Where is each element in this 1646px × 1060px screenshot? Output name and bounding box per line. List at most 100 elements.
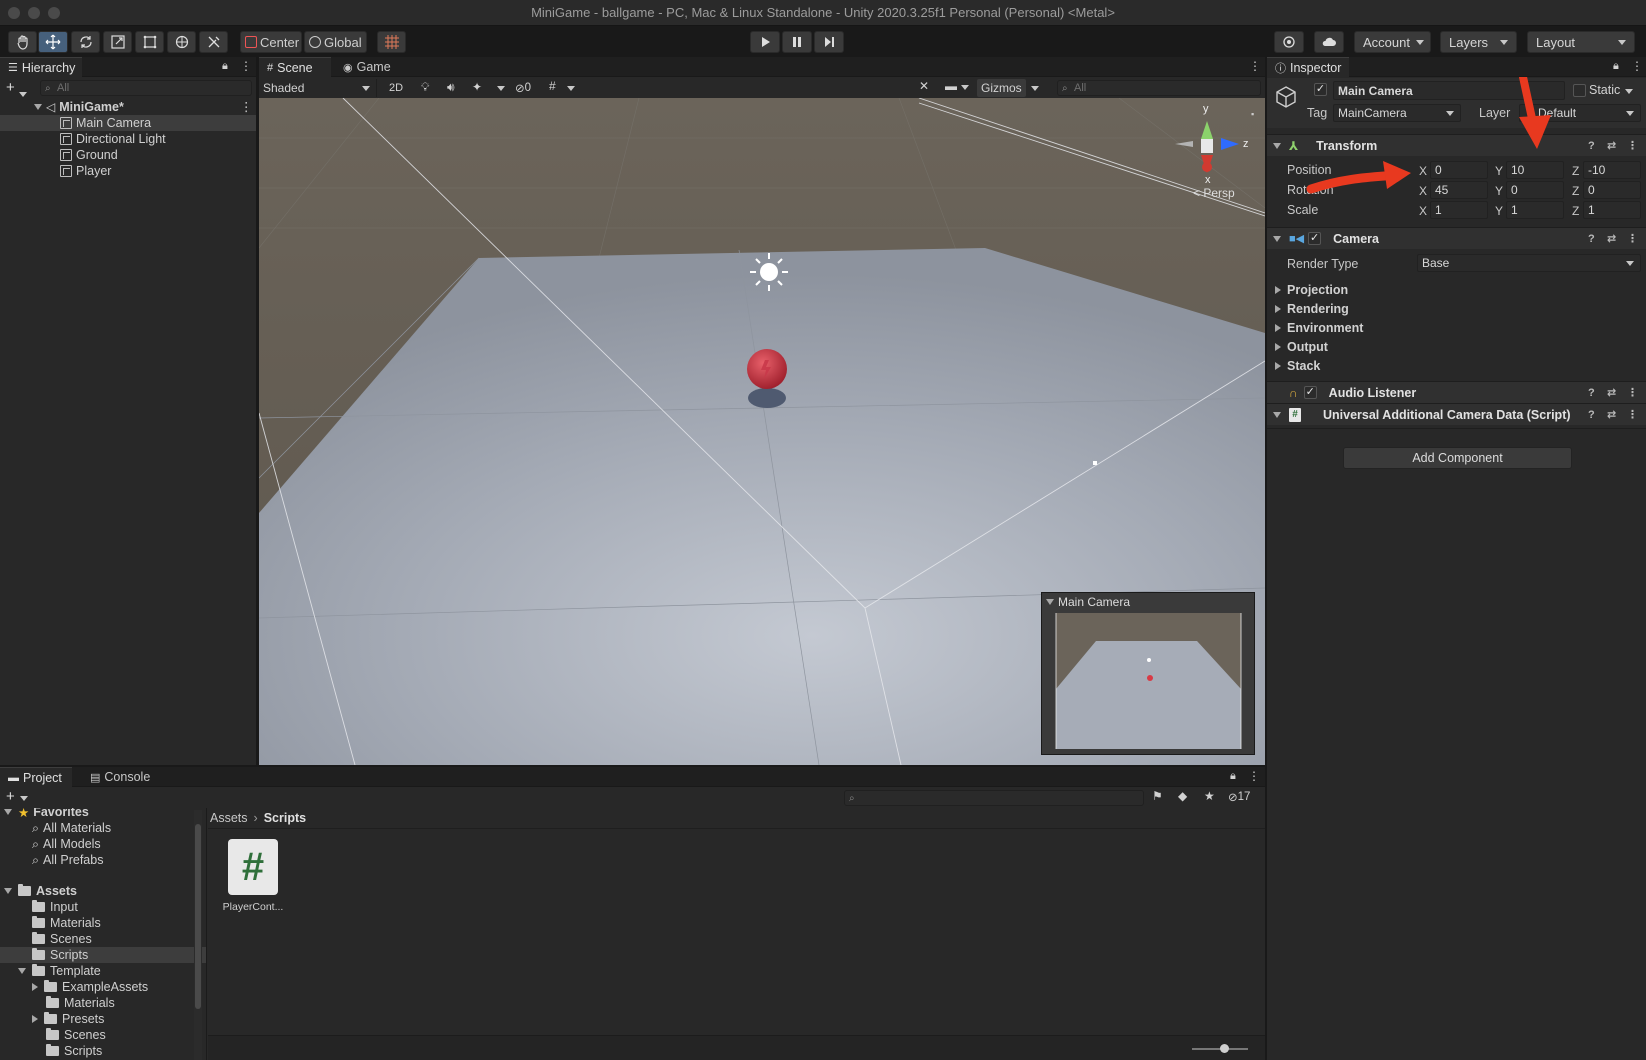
camera-enabled-checkbox[interactable]: ✓ xyxy=(1308,232,1322,245)
lighting-toggle-icon[interactable]: 💡︎ xyxy=(421,80,429,95)
chevron-down-icon[interactable] xyxy=(567,80,575,94)
tab-project[interactable]: ▬ Project xyxy=(0,767,72,787)
audio-listener-component-header[interactable]: ∩ ✓ Audio Listener ? ⇄ ⋮ xyxy=(1267,381,1646,403)
pivot-space-toggle[interactable]: Global xyxy=(304,31,367,53)
folder-template-materials[interactable]: Materials xyxy=(0,995,206,1011)
section-projection[interactable]: Projection xyxy=(1275,281,1348,299)
lock-icon[interactable]: ▪ xyxy=(1251,109,1254,119)
camera-component-header[interactable]: ■◀ ✓ Camera ? ⇄ ⋮ xyxy=(1267,227,1646,249)
account-dropdown[interactable]: Account xyxy=(1354,31,1431,53)
tab-game[interactable]: ◉ Game xyxy=(335,57,401,77)
folder-template-scripts[interactable]: Scripts xyxy=(0,1043,206,1059)
rect-tool-button[interactable] xyxy=(135,31,164,53)
favorite-all-prefabs[interactable]: ⌕ All Prefabs xyxy=(0,852,206,868)
audio-listener-enabled-checkbox[interactable]: ✓ xyxy=(1303,386,1317,399)
layers-dropdown[interactable]: Layers xyxy=(1440,31,1517,53)
chevron-down-icon[interactable] xyxy=(20,790,28,804)
lock-icon[interactable]: 🔒︎ xyxy=(1230,770,1236,783)
scene-root-row[interactable]: ◁ MiniGame* ⋮ xyxy=(0,99,256,115)
breadcrumb-scripts[interactable]: Scripts xyxy=(264,811,306,825)
kebab-menu-icon[interactable]: ⋮ xyxy=(1627,408,1638,421)
hierarchy-search-input[interactable]: ⌕ All xyxy=(40,80,252,96)
layout-dropdown[interactable]: Layout xyxy=(1527,31,1635,53)
section-environment[interactable]: Environment xyxy=(1275,319,1363,337)
help-icon[interactable]: ? xyxy=(1588,387,1595,399)
label-tag-icon[interactable]: ◆ xyxy=(1178,789,1187,803)
tab-hierarchy[interactable]: ☰ Hierarchy xyxy=(0,57,82,77)
transform-tool-button[interactable] xyxy=(167,31,196,53)
lock-icon[interactable]: 🔒︎ xyxy=(222,60,228,73)
folder-example-assets[interactable]: ExampleAssets xyxy=(0,979,206,995)
folder-template[interactable]: Template xyxy=(0,963,206,979)
favorite-all-models[interactable]: ⌕ All Models xyxy=(0,836,206,852)
kebab-menu-icon[interactable]: ⋮ xyxy=(1631,59,1643,73)
scene-search-input[interactable]: ⌕ All xyxy=(1057,80,1261,96)
breadcrumb-assets[interactable]: Assets xyxy=(210,811,248,825)
gizmos-dropdown[interactable]: Gizmos xyxy=(977,79,1026,97)
step-button[interactable] xyxy=(814,31,844,53)
tab-inspector[interactable]: ⓘ Inspector xyxy=(1267,57,1349,77)
kebab-menu-icon[interactable]: ⋮ xyxy=(1627,232,1638,245)
tools-icon[interactable]: ✕ xyxy=(919,79,929,93)
mode-2d-toggle[interactable]: 2D xyxy=(385,79,407,97)
perspective-toggle[interactable]: < Persp xyxy=(1193,186,1235,200)
favorites-row[interactable]: ★ Favorites xyxy=(0,808,206,820)
rotate-tool-button[interactable] xyxy=(71,31,100,53)
tab-scene[interactable]: # Scene xyxy=(259,57,331,77)
camera-preview-header[interactable]: Main Camera xyxy=(1042,593,1254,611)
grid-snapping-button[interactable] xyxy=(377,31,406,53)
folder-scenes[interactable]: Scenes xyxy=(0,931,206,947)
scrollbar-thumb[interactable] xyxy=(195,824,201,1009)
hierarchy-item-directional-light[interactable]: Directional Light xyxy=(0,131,256,147)
asset-file-tile[interactable]: # PlayerCont... xyxy=(218,839,286,919)
section-rendering[interactable]: Rendering xyxy=(1275,300,1349,318)
folder-materials[interactable]: Materials xyxy=(0,915,206,931)
icon-size-slider-handle[interactable] xyxy=(1220,1044,1229,1053)
section-output[interactable]: Output xyxy=(1275,338,1328,356)
folder-template-scenes[interactable]: Scenes xyxy=(0,1027,206,1043)
scale-tool-button[interactable] xyxy=(103,31,132,53)
chevron-down-icon[interactable] xyxy=(1031,80,1039,94)
star-icon[interactable]: ★ xyxy=(1204,789,1215,803)
folder-input[interactable]: Input xyxy=(0,899,206,915)
create-plus-button[interactable]: + xyxy=(6,79,15,96)
grid-toggle-icon[interactable]: # xyxy=(549,79,556,93)
hand-tool-button[interactable] xyxy=(8,31,37,53)
lock-icon[interactable]: 🔒︎ xyxy=(1613,60,1619,73)
folder-scripts[interactable]: Scripts xyxy=(0,947,206,963)
project-search-input[interactable]: ⌕ xyxy=(844,790,1144,806)
effects-toggle-icon[interactable]: ✦ xyxy=(472,80,482,94)
hidden-packages-counter[interactable]: ⊘ 17 xyxy=(1228,790,1250,804)
collab-button[interactable] xyxy=(1274,31,1304,53)
help-icon[interactable]: ? xyxy=(1588,409,1595,421)
render-type-dropdown[interactable]: Base xyxy=(1417,254,1641,272)
search-by-type-icon[interactable]: ⚑ xyxy=(1152,789,1163,803)
cloud-services-button[interactable] xyxy=(1314,31,1344,53)
kebab-menu-icon[interactable]: ⋮ xyxy=(1248,769,1260,783)
add-component-button[interactable]: Add Component xyxy=(1343,447,1572,469)
draw-mode-dropdown[interactable]: Shaded xyxy=(259,79,377,97)
audio-toggle-icon[interactable]: 🔊︎ xyxy=(447,80,455,95)
chevron-down-icon[interactable] xyxy=(19,86,27,100)
presets-icon[interactable]: ⇄ xyxy=(1607,232,1616,245)
urp-camera-data-component-header[interactable]: # Universal Additional Camera Data (Scri… xyxy=(1267,403,1646,425)
kebab-menu-icon[interactable]: ⋮ xyxy=(240,59,252,73)
scene-viewport[interactable]: y z x < Persp ▪ Main Camera xyxy=(259,98,1265,765)
hierarchy-item-main-camera[interactable]: Main Camera xyxy=(0,115,256,131)
play-button[interactable] xyxy=(750,31,780,53)
hierarchy-item-ground[interactable]: Ground xyxy=(0,147,256,163)
folder-tree-scrollbar[interactable] xyxy=(194,810,202,1060)
presets-icon[interactable]: ⇄ xyxy=(1607,408,1616,421)
tab-console[interactable]: ▤ Console xyxy=(82,767,158,787)
pause-button[interactable] xyxy=(782,31,812,53)
expand-toggle-icon[interactable] xyxy=(34,104,42,110)
favorite-all-materials[interactable]: ⌕ All Materials xyxy=(0,820,206,836)
help-icon[interactable]: ? xyxy=(1588,233,1595,245)
hidden-objects-counter[interactable]: ⊘ 0 xyxy=(515,80,531,96)
custom-tool-button[interactable] xyxy=(199,31,228,53)
kebab-menu-icon[interactable]: ⋮ xyxy=(1249,59,1261,73)
kebab-menu-icon[interactable]: ⋮ xyxy=(240,99,253,114)
pivot-mode-toggle[interactable]: Center xyxy=(240,31,302,53)
chevron-down-icon[interactable] xyxy=(497,80,505,94)
chevron-down-icon[interactable] xyxy=(961,79,969,93)
